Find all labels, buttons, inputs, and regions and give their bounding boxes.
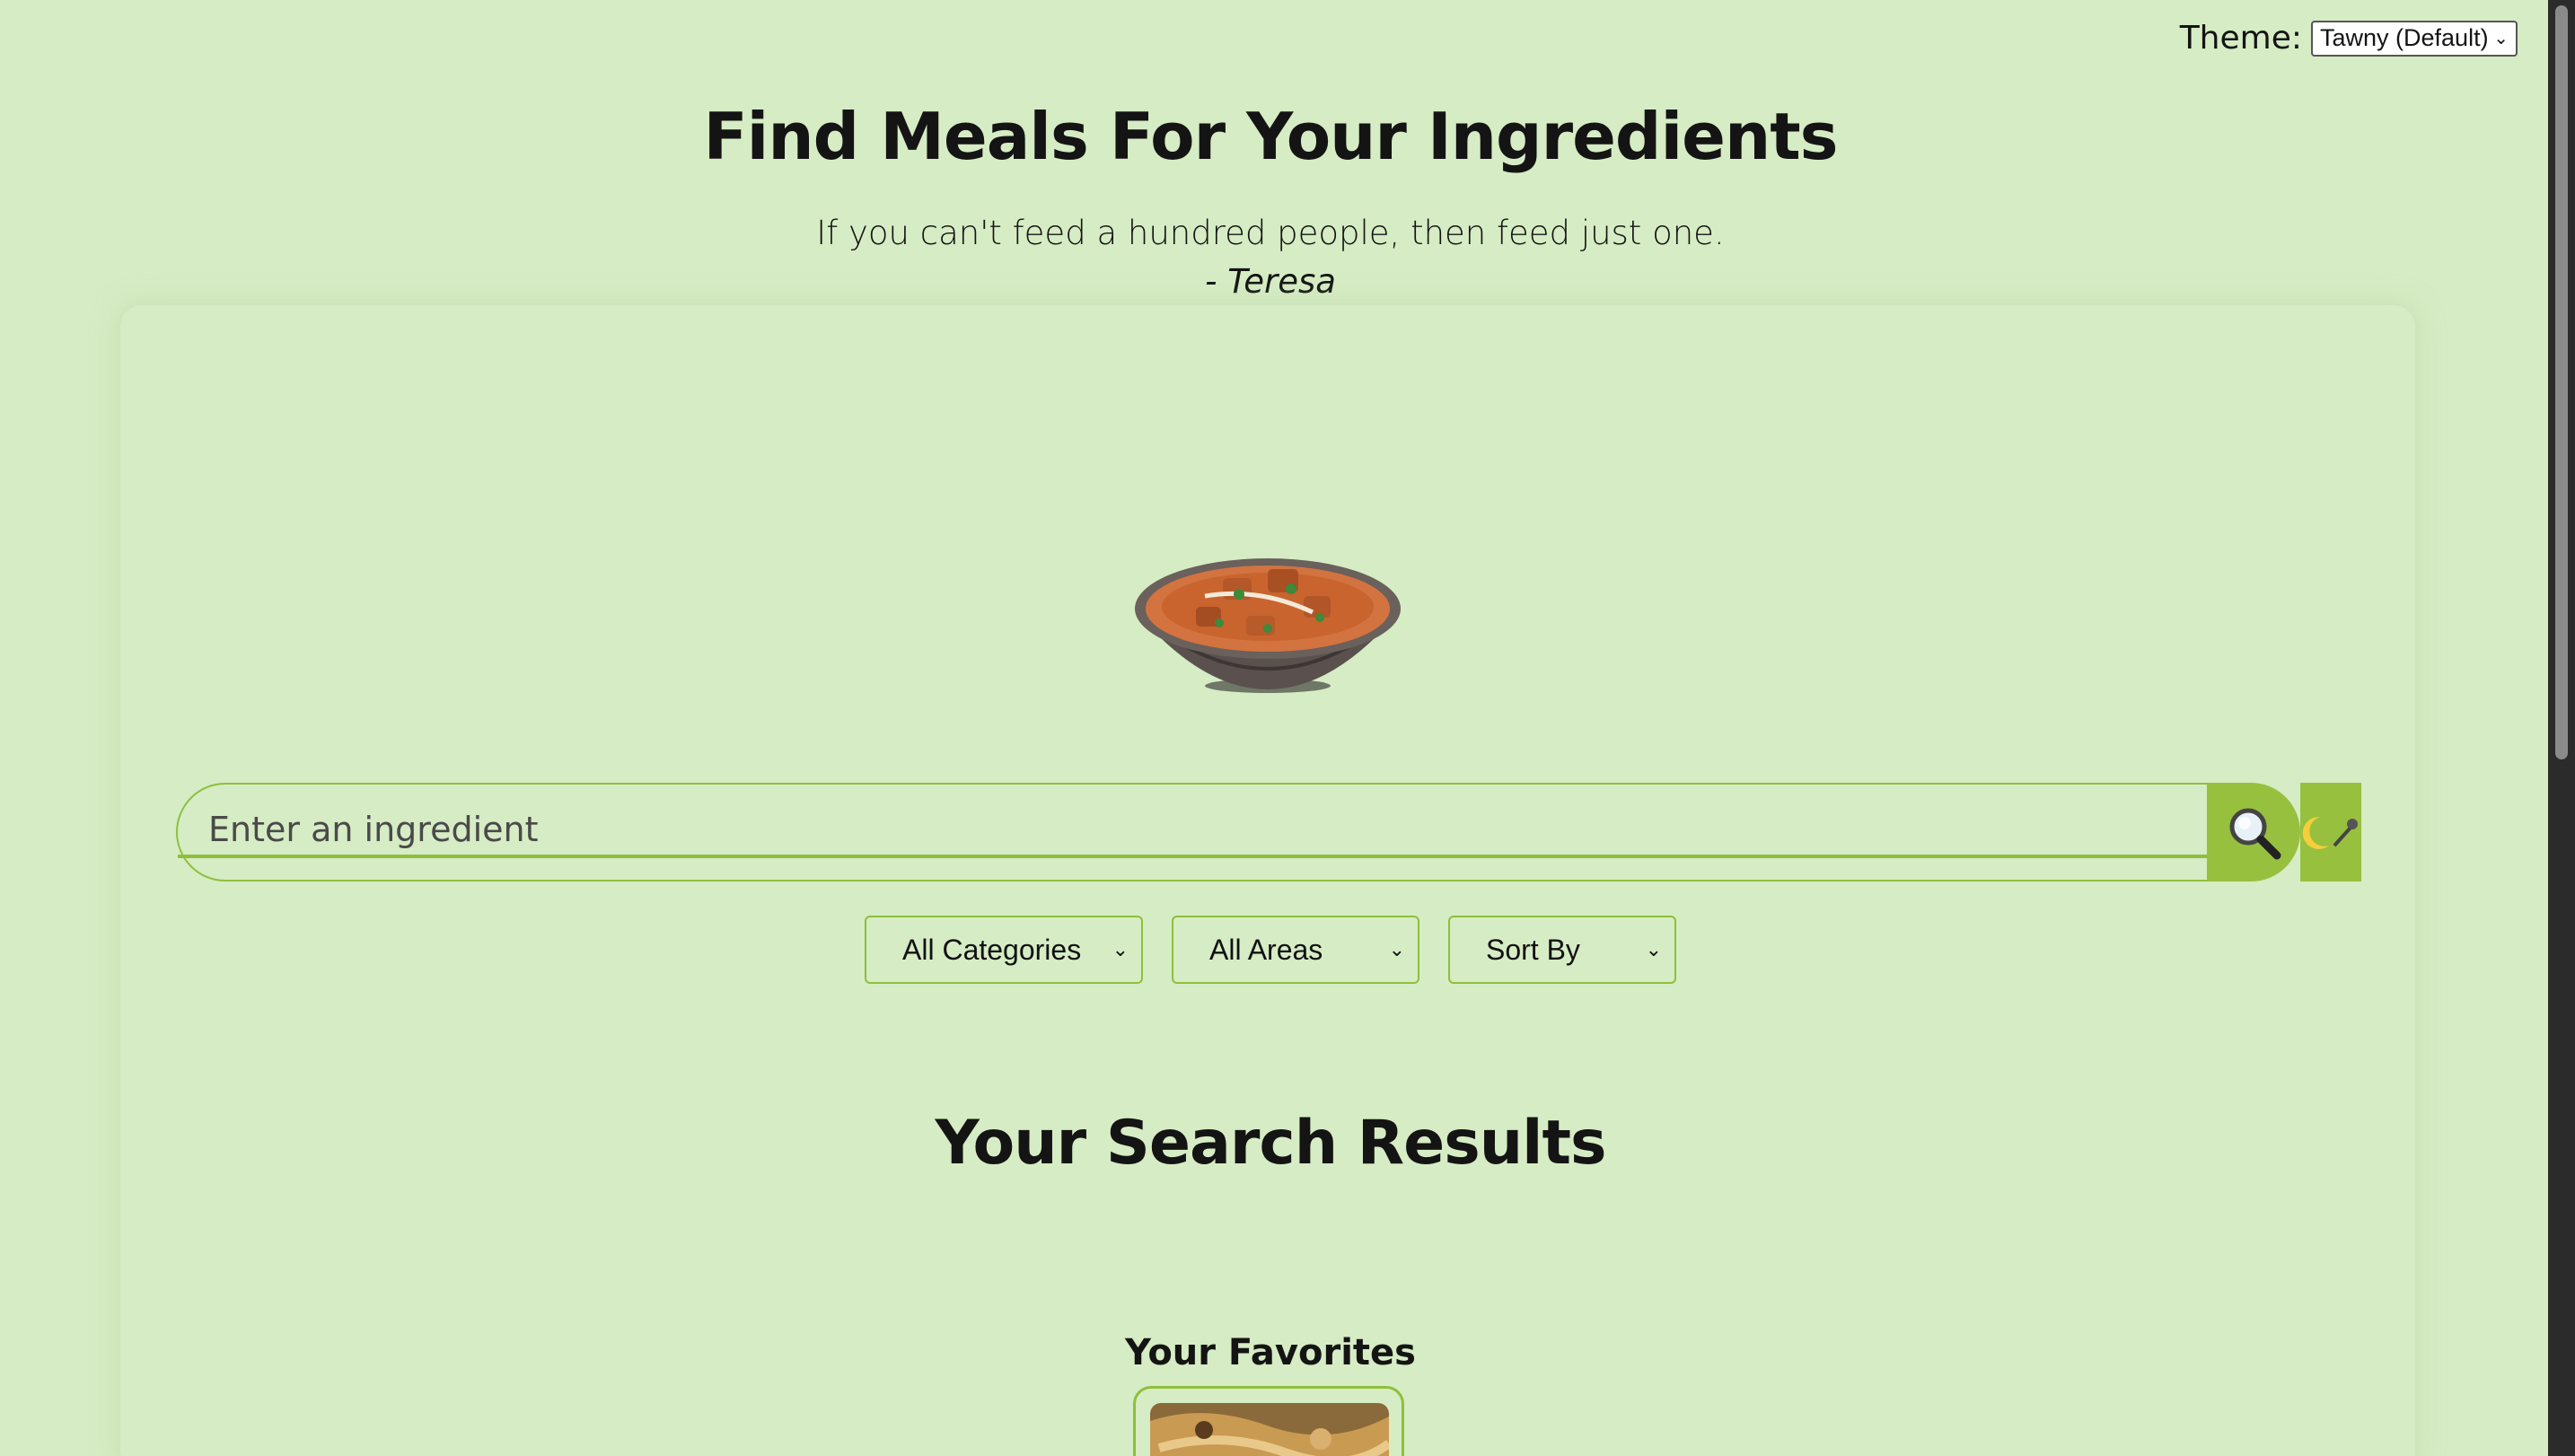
magnifier-icon <box>2229 808 2281 860</box>
quote-author: - Teresa <box>1205 262 1336 301</box>
curry-bowl-image <box>1135 558 1401 693</box>
results-title: Your Search Results <box>935 1108 1607 1179</box>
theme-select[interactable]: Tawny (Default) ⌄ <box>2311 20 2518 57</box>
filter-row: All Categories ⌄ All Areas ⌄ Sort By ⌄ <box>0 916 2541 984</box>
search-placeholder: Enter an ingredient <box>208 810 539 849</box>
theme-switcher: Theme: Tawny (Default) ⌄ <box>2180 20 2518 57</box>
sort-select[interactable]: Sort By ⌄ <box>1448 916 1676 984</box>
page-title: Find Meals For Your Ingredients <box>703 99 1838 174</box>
search-bar: Enter an ingredient <box>176 783 2361 881</box>
category-select[interactable]: All Categories ⌄ <box>865 916 1143 984</box>
quote-text: If you can't feed a hundred people, then… <box>816 214 1725 252</box>
ingredient-search-input[interactable]: Enter an ingredient <box>176 783 2209 881</box>
search-button[interactable] <box>2207 783 2300 881</box>
microphone-icon <box>2333 819 2358 847</box>
sort-select-value: Sort By <box>1486 933 1580 966</box>
chevron-down-icon: ⌄ <box>1388 938 1405 960</box>
input-underline <box>178 855 2209 858</box>
favorite-meal-card[interactable] <box>1133 1386 1404 1456</box>
favorite-meal-thumbnail <box>1150 1403 1389 1456</box>
voice-search-button[interactable] <box>2300 783 2361 881</box>
theme-select-value: Tawny (Default) <box>2320 24 2489 51</box>
chevron-down-icon: ⌄ <box>1112 938 1129 960</box>
theme-label: Theme: <box>2179 20 2302 57</box>
meal-photo <box>1150 1403 1389 1456</box>
chevron-down-icon: ⌄ <box>2493 29 2509 48</box>
area-select[interactable]: All Areas ⌄ <box>1172 916 1419 984</box>
chevron-down-icon: ⌄ <box>1645 938 1662 960</box>
scrollbar-thumb[interactable] <box>2555 5 2568 759</box>
moon-icon <box>2302 816 2329 849</box>
page-scrollbar[interactable] <box>2548 0 2575 1456</box>
favorites-title: Your Favorites <box>1125 1332 1416 1373</box>
voice-icons <box>2302 816 2358 849</box>
category-select-value: All Categories <box>902 933 1082 966</box>
area-select-value: All Areas <box>1209 933 1323 966</box>
